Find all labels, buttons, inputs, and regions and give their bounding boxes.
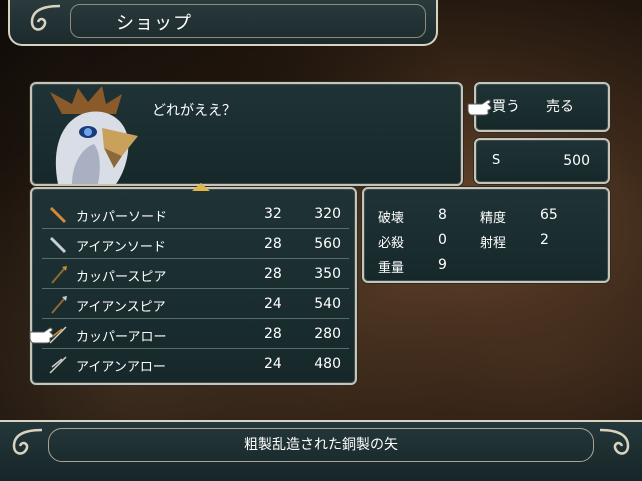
item-durability: 28	[264, 326, 282, 342]
item-price: 350	[314, 266, 341, 282]
dialog-text: どれがええ？	[152, 103, 236, 119]
item-row[interactable]: アイアンソード 28 560	[42, 231, 349, 259]
buy-button[interactable]: 買う	[492, 96, 520, 116]
gold-value: 500	[563, 153, 590, 169]
stat-label-destroy: 破壊	[378, 211, 405, 226]
stat-label-critical: 必殺	[378, 236, 405, 251]
item-name: アイアンアロー	[76, 360, 166, 375]
item-list: カッパーソード 32 320 アイアンソード 28 560 カッパースピア 28…	[30, 183, 357, 385]
item-name: アイアンスピア	[76, 300, 166, 315]
item-name: アイアンソード	[76, 240, 166, 255]
item-description: 粗製乱造された銅製の矢	[244, 437, 398, 453]
stat-value-accuracy: 65	[540, 207, 558, 223]
item-price: 560	[314, 236, 341, 252]
stat-label-accuracy: 精度	[480, 211, 507, 226]
item-price: 540	[314, 296, 341, 312]
stat-value-destroy: 8	[438, 207, 447, 223]
screen-title: ショップ	[116, 13, 192, 34]
item-row[interactable]: アイアンアロー 24 480	[42, 351, 349, 379]
item-name: カッパーアロー	[76, 330, 167, 345]
stat-value-weight: 9	[438, 257, 447, 273]
copper-sword-icon	[49, 206, 67, 224]
stat-label-weight: 重量	[378, 261, 405, 276]
iron-arrow-icon	[49, 356, 67, 374]
item-price: 480	[314, 356, 341, 372]
item-price: 320	[314, 206, 341, 222]
pointer-hand-icon	[467, 99, 492, 116]
iron-spear-icon	[51, 296, 67, 314]
item-durability: 24	[264, 296, 282, 312]
stat-value-critical: 0	[438, 232, 447, 248]
item-row[interactable]: アイアンスピア 24 540	[42, 291, 349, 319]
gold-label: S	[492, 153, 501, 168]
item-row-selected[interactable]: カッパーアロー 28 280	[42, 321, 349, 349]
stat-label-range: 射程	[480, 236, 507, 251]
item-price: 280	[314, 326, 341, 342]
stats-panel: 破壊 8 精度 65 必殺 0 射程 2 重量 9	[362, 187, 610, 283]
item-durability: 28	[264, 266, 282, 282]
item-row[interactable]: カッパースピア 28 350	[42, 261, 349, 289]
iron-sword-icon	[49, 236, 67, 254]
item-name: カッパースピア	[76, 270, 167, 285]
sell-button[interactable]: 売る	[546, 96, 574, 116]
gold-panel: S 500	[474, 138, 610, 184]
description-bar: 粗製乱造された銅製の矢	[0, 420, 642, 481]
item-durability: 28	[264, 236, 282, 252]
scroll-ornament-icon	[30, 4, 61, 31]
griffin-portrait	[50, 86, 138, 184]
item-row[interactable]: カッパーソード 32 320	[42, 201, 349, 229]
scroll-up-icon[interactable]	[192, 183, 210, 191]
buy-sell-panel: 買う 売る	[467, 82, 610, 132]
stat-value-range: 2	[540, 232, 549, 248]
copper-spear-icon	[51, 266, 67, 284]
item-durability: 24	[264, 356, 282, 372]
item-name: カッパーソード	[76, 210, 168, 225]
title-plate: ショップ	[8, 0, 438, 46]
selection-cursor-icon	[29, 327, 54, 344]
dialog-panel: どれがええ？	[30, 82, 463, 186]
item-durability: 32	[264, 206, 282, 222]
